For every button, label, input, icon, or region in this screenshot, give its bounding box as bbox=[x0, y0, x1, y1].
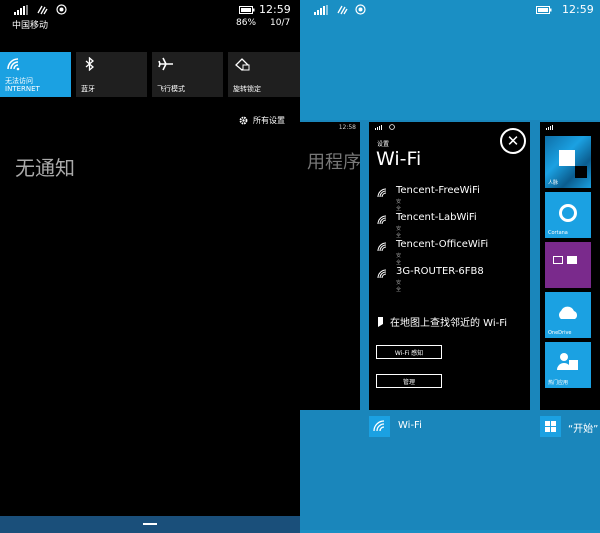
manage-button[interactable]: 管理 bbox=[376, 374, 442, 388]
close-icon[interactable]: ✕ bbox=[500, 128, 526, 154]
tile-label: Cortana bbox=[548, 230, 568, 236]
carrier-name: 中国移动 bbox=[12, 21, 49, 31]
quick-action-label: 无法访问 bbox=[5, 77, 33, 85]
battery-icon bbox=[536, 6, 552, 14]
wifi-signal-icon bbox=[377, 269, 387, 279]
app-card-wifi[interactable]: 设置 Wi-Fi ✕ Tencent-FreeWiFi 安全 Tencent-L… bbox=[369, 122, 530, 410]
tile-label: 热门应用 bbox=[548, 380, 569, 386]
status-time: 12:59 bbox=[562, 3, 594, 16]
all-settings-label: 所有设置 bbox=[253, 116, 285, 125]
wifi-icon bbox=[7, 58, 20, 71]
status-bar: 12:59 bbox=[0, 0, 300, 20]
start-tile-store[interactable] bbox=[545, 242, 591, 288]
location-icon bbox=[56, 4, 67, 15]
quick-action-label: 飞行模式 bbox=[157, 85, 185, 93]
status-bar: 12:59 bbox=[300, 0, 600, 20]
quick-action-wifi[interactable]: 无法访问 INTERNET bbox=[0, 52, 71, 97]
start-tile-onedrive[interactable]: OneDrive bbox=[545, 292, 591, 338]
tile-glyph-icon bbox=[553, 256, 563, 264]
network-status: 安全 bbox=[396, 226, 402, 239]
signal-strength-icon bbox=[14, 5, 28, 15]
signal-strength-icon bbox=[546, 125, 553, 130]
airplane-icon bbox=[158, 57, 173, 71]
network-status: 安全 bbox=[396, 280, 402, 293]
navigation-bar[interactable] bbox=[0, 516, 300, 533]
quick-action-rotation-lock[interactable]: 旋转锁定 bbox=[228, 52, 300, 97]
tile-label: 人脉 bbox=[548, 180, 559, 186]
no-notifications-text: 无通知 bbox=[15, 156, 75, 180]
status-date: 10/7 bbox=[270, 18, 291, 28]
quick-action-airplane-mode[interactable]: 飞行模式 bbox=[152, 52, 223, 97]
wifi-app-label: Wi-Fi bbox=[398, 420, 422, 431]
start-tile-cortana[interactable]: Cortana bbox=[545, 192, 591, 238]
signal-strength-icon bbox=[314, 5, 328, 15]
wifi-sense-button[interactable]: Wi-Fi 感知 bbox=[376, 345, 442, 359]
data-sync-icon bbox=[37, 5, 48, 15]
location-icon bbox=[355, 4, 366, 15]
quick-action-sublabel: INTERNET bbox=[5, 85, 40, 93]
wifi-signal-icon bbox=[377, 242, 387, 252]
wifi-signal-icon bbox=[377, 188, 387, 198]
network-status: 安全 bbox=[396, 253, 402, 266]
gear-icon bbox=[239, 116, 248, 125]
app-card-start[interactable]: 人脉 Cortana OneDrive 热门应用 bbox=[540, 122, 600, 410]
wifi-map-link[interactable]: 在地图上查找邻近的 Wi-Fi bbox=[377, 314, 507, 329]
battery-percent: 86% bbox=[236, 18, 257, 28]
tile-glyph-icon bbox=[567, 256, 577, 264]
swipe-handle-icon bbox=[143, 523, 157, 525]
network-name: Tencent-OfficeWiFi bbox=[396, 239, 489, 250]
rotation-lock-icon bbox=[235, 58, 250, 71]
settings-caption: 设置 bbox=[377, 141, 390, 148]
task-switcher-screen: 12:59 12:58 用程序 设置 Wi-Fi ✕ Tencent-FreeW… bbox=[300, 0, 600, 533]
network-status: 安全 bbox=[396, 199, 402, 212]
cloud-icon bbox=[559, 306, 578, 319]
battery-icon bbox=[239, 6, 255, 14]
bluetooth-icon bbox=[85, 57, 94, 71]
card-partial-title: 用程序 bbox=[307, 152, 360, 173]
wifi-signal-icon bbox=[377, 215, 387, 225]
cortana-icon bbox=[559, 204, 577, 222]
wifi-app-icon[interactable] bbox=[369, 416, 390, 437]
card-time: 12:58 bbox=[338, 124, 356, 131]
status-time: 12:59 bbox=[259, 3, 291, 16]
network-name: 3G-ROUTER-6FB8 bbox=[396, 266, 484, 277]
quick-actions: 无法访问 INTERNET 蓝牙 飞行模式 旋转锁定 bbox=[0, 52, 300, 97]
location-icon bbox=[389, 124, 395, 130]
quick-action-bluetooth[interactable]: 蓝牙 bbox=[76, 52, 147, 97]
quick-action-label: 旋转锁定 bbox=[233, 85, 261, 93]
start-app-icon[interactable] bbox=[540, 416, 561, 437]
wifi-map-label: 在地图上查找邻近的 Wi-Fi bbox=[390, 318, 508, 329]
wifi-icon bbox=[373, 420, 385, 432]
start-app-label: “开始” bbox=[568, 424, 599, 435]
app-card-previous[interactable]: 12:58 用程序 bbox=[300, 122, 360, 410]
action-center-screen: 12:59 中国移动 86% 10/7 无法访问 INTERNET 蓝牙 飞行模… bbox=[0, 0, 300, 533]
people-icon bbox=[557, 353, 578, 370]
wifi-title: Wi-Fi bbox=[376, 148, 422, 170]
map-pin-icon bbox=[378, 316, 383, 327]
network-name: Tencent-LabWiFi bbox=[396, 212, 477, 223]
data-sync-icon bbox=[337, 5, 348, 15]
tile-label: OneDrive bbox=[548, 330, 572, 336]
quick-action-label: 蓝牙 bbox=[81, 85, 95, 93]
all-settings-link[interactable]: 所有设置 bbox=[238, 115, 285, 126]
start-tile-hot-apps[interactable]: 热门应用 bbox=[545, 342, 591, 388]
windows-logo-icon bbox=[545, 421, 556, 432]
signal-strength-icon bbox=[375, 125, 382, 130]
start-tile-people[interactable]: 人脉 bbox=[545, 136, 591, 188]
network-name: Tencent-FreeWiFi bbox=[396, 185, 480, 196]
